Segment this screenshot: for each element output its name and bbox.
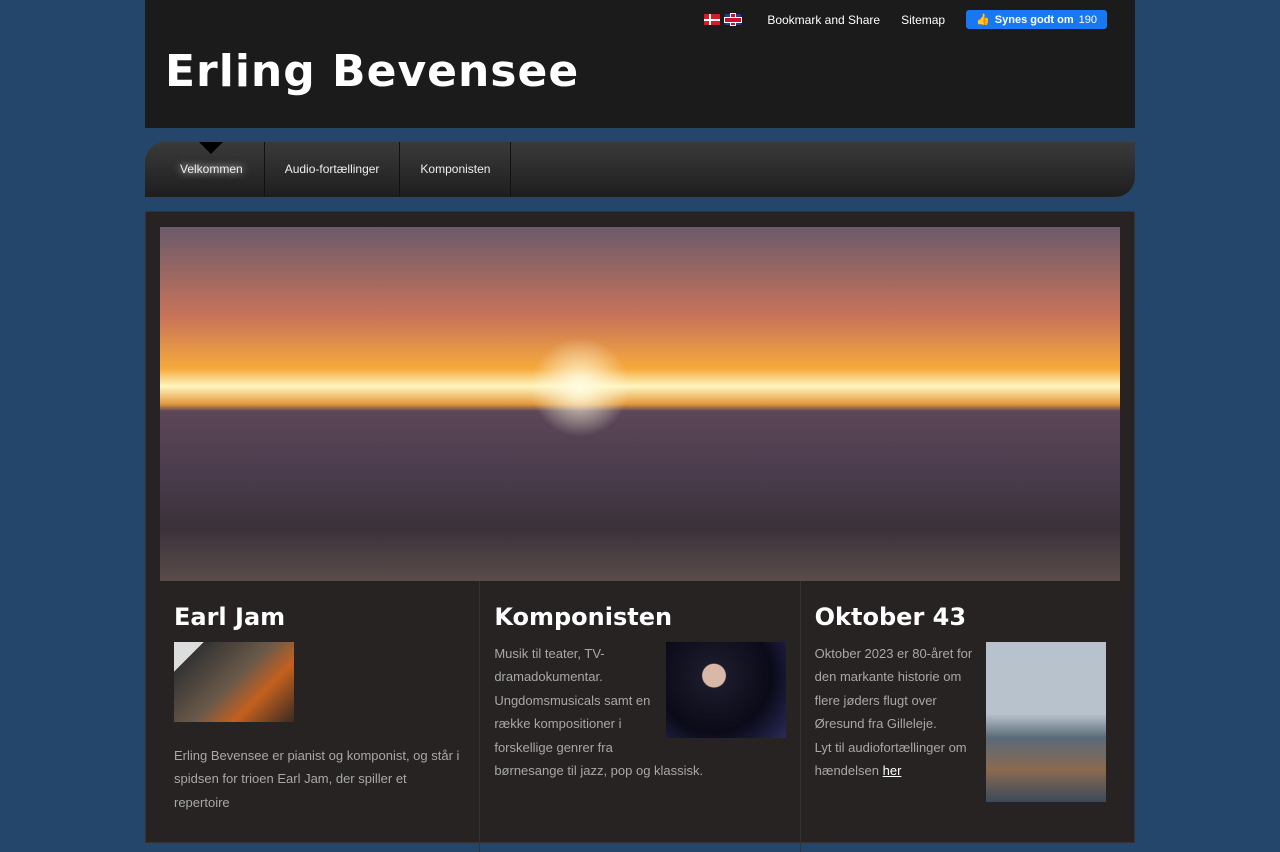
boat-photo bbox=[985, 641, 1106, 802]
like-count: 190 bbox=[1078, 13, 1097, 26]
english-flag-icon[interactable] bbox=[725, 14, 742, 25]
nav-velkommen[interactable]: Velkommen bbox=[145, 142, 265, 197]
column-text: Erling Bevensee er pianist og komponist,… bbox=[174, 747, 460, 810]
column-text: Oktober 2023 er 80-året for den markante… bbox=[814, 645, 973, 732]
composer-photo bbox=[665, 641, 786, 738]
nav-audio-fortaellinger[interactable]: Audio-fortællinger bbox=[265, 142, 401, 197]
header: Erling Bevensee Bookmark and Share Sitem… bbox=[145, 0, 1135, 128]
column-title: Komponisten bbox=[494, 603, 673, 631]
column-oktober-43: Oktober 43 Oktober 2023 er 80-året for d… bbox=[801, 581, 1120, 852]
main-content: Earl Jam Erling Bevensee er pianist og k… bbox=[145, 211, 1135, 852]
danish-flag-icon[interactable] bbox=[704, 14, 721, 25]
nav-komponisten[interactable]: Komponisten bbox=[400, 142, 512, 197]
site-title: Erling Bevensee bbox=[165, 46, 580, 97]
thumbs-up-icon: 👍 bbox=[976, 14, 990, 26]
main-nav: Velkommen Audio-fortællinger Komponisten bbox=[145, 142, 1135, 197]
sitemap-link[interactable]: Sitemap bbox=[901, 13, 945, 27]
facebook-like-button[interactable]: 👍 Synes godt om 190 bbox=[966, 10, 1107, 29]
column-title: Earl Jam bbox=[174, 603, 286, 631]
sunset-hero-image bbox=[160, 227, 1120, 581]
column-earl-jam: Earl Jam Erling Bevensee er pianist og k… bbox=[160, 581, 481, 852]
column-komponisten: Komponisten Musik til teater, TV-dramado… bbox=[480, 581, 801, 852]
column-title: Oktober 43 bbox=[814, 603, 967, 631]
top-links: Bookmark and Share Sitemap 👍 Synes godt o… bbox=[704, 10, 1107, 29]
her-link[interactable]: her bbox=[883, 763, 902, 778]
jam-jar-image bbox=[174, 641, 294, 722]
page: Erling Bevensee Bookmark and Share Sitem… bbox=[145, 0, 1135, 852]
bookmark-share-link[interactable]: Bookmark and Share bbox=[767, 13, 880, 27]
